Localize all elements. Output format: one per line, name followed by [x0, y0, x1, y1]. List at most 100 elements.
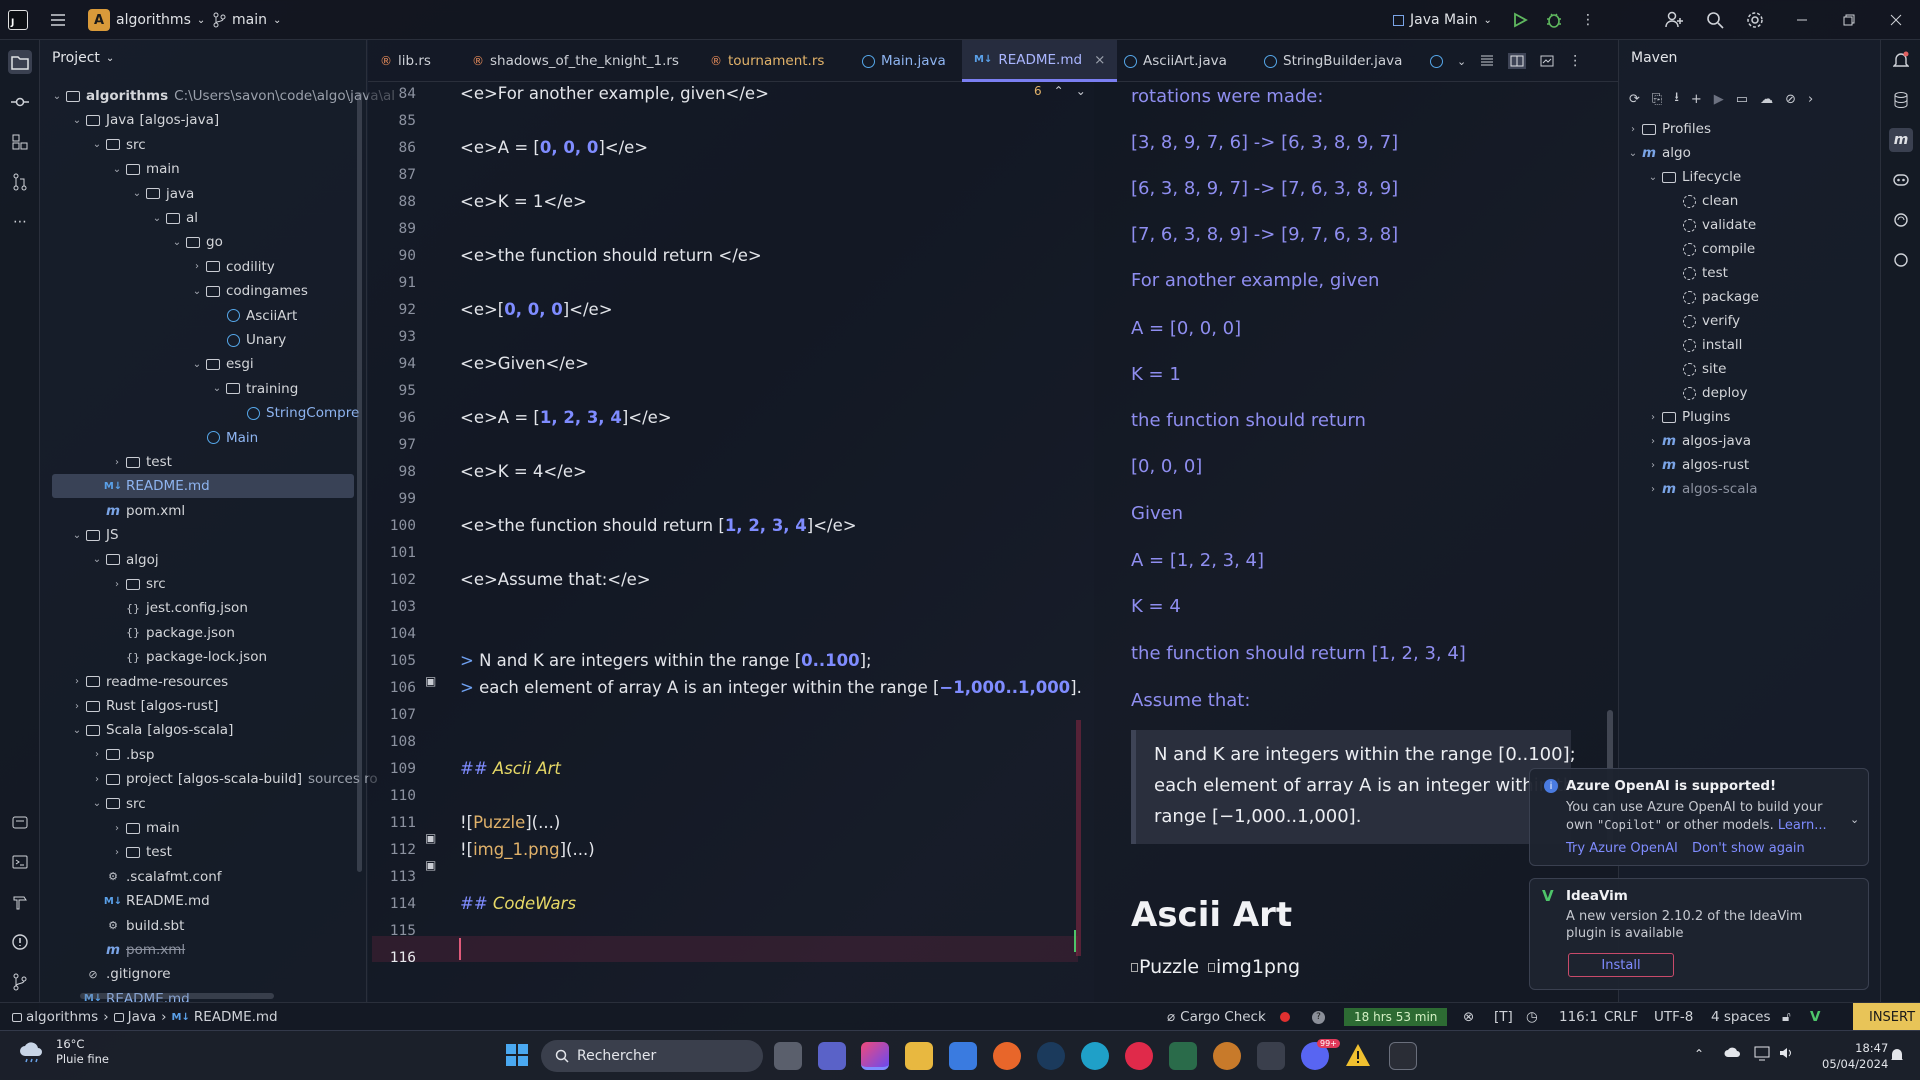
- tree-item[interactable]: M↓ README.md: [52, 474, 354, 499]
- maven-item[interactable]: ⌄ Lifecycle: [1646, 165, 1741, 189]
- tree-item[interactable]: › readme-resources: [70, 670, 228, 694]
- tree-item[interactable]: Unary: [210, 328, 286, 352]
- reload-icon[interactable]: ⟳: [1629, 92, 1640, 107]
- chevron-right-icon[interactable]: ›: [1808, 92, 1813, 107]
- execute-goal-icon[interactable]: ▭: [1736, 92, 1748, 107]
- code-line[interactable]: > N and K are integers within the range …: [460, 651, 872, 670]
- chevron-right-icon[interactable]: ›: [110, 457, 124, 468]
- copilot-icon[interactable]: [1889, 168, 1913, 192]
- tab-shadows-of-the-knight-1-rs[interactable]: ® shadows_of_the_knight_1.rs: [472, 40, 679, 82]
- branch-switcher[interactable]: main ⌄: [212, 0, 281, 40]
- tree-item[interactable]: ⊘ .gitignore: [70, 962, 170, 986]
- microsoft-store-icon[interactable]: [949, 1042, 977, 1070]
- tree-item[interactable]: ⚙ build.sbt: [90, 914, 184, 938]
- minimize-icon[interactable]: [1790, 8, 1814, 32]
- tree-item[interactable]: StringCompre: [230, 401, 359, 425]
- maven-tool-icon[interactable]: m: [1889, 128, 1913, 152]
- run-config-selector[interactable]: Java Main ⌄: [1393, 0, 1492, 40]
- game-icon[interactable]: [1213, 1042, 1241, 1070]
- tab-asciiart-java[interactable]: AsciiArt.java: [1124, 40, 1227, 82]
- chevron-down-icon[interactable]: ⌄: [170, 237, 184, 248]
- tree-item[interactable]: ⌄ algoj: [90, 548, 159, 572]
- restore-icon[interactable]: [1837, 8, 1861, 32]
- chevron-down-icon[interactable]: ⌄: [50, 91, 64, 102]
- problems-icon[interactable]: [8, 930, 32, 954]
- t-icon[interactable]: [T]: [1494, 1003, 1513, 1031]
- chevron-right-icon[interactable]: ›: [1646, 484, 1660, 495]
- tab-stringbuilder-java[interactable]: StringBuilder.java: [1264, 40, 1402, 82]
- generate-sources-icon[interactable]: ⎘: [1652, 92, 1662, 107]
- git-icon[interactable]: [8, 970, 32, 994]
- tab-lib-rs[interactable]: ® lib.rs: [380, 40, 431, 82]
- maven-item[interactable]: compile: [1666, 237, 1755, 261]
- tree-item[interactable]: ⚙ .scalafmt.conf: [90, 865, 221, 889]
- teams-icon[interactable]: [818, 1042, 846, 1070]
- chevron-right-icon[interactable]: ›: [1646, 436, 1660, 447]
- app-icon[interactable]: [1169, 1042, 1197, 1070]
- code-line[interactable]: <e>the function should return [1, 2, 3, …: [460, 516, 857, 535]
- chevron-up-icon[interactable]: ⌃: [1054, 84, 1064, 98]
- notification-center-icon[interactable]: [1890, 1047, 1904, 1063]
- chevron-down-icon[interactable]: ⌄: [190, 359, 204, 370]
- record-icon[interactable]: [1280, 1003, 1290, 1031]
- volume-icon[interactable]: [1778, 1045, 1794, 1061]
- maven-item[interactable]: › Plugins: [1646, 405, 1730, 429]
- project-h-scrollbar[interactable]: [80, 993, 274, 999]
- cursor-position[interactable]: 116:1: [1559, 1003, 1598, 1031]
- tab-overflow-icon[interactable]: [1430, 54, 1443, 68]
- tree-item[interactable]: {} package-lock.json: [110, 645, 267, 669]
- problems-indicator[interactable]: 6 ⌃ ⌄: [1034, 84, 1086, 98]
- maven-item[interactable]: verify: [1666, 309, 1740, 333]
- learn-link[interactable]: Learn...: [1778, 818, 1827, 833]
- chevron-right-icon[interactable]: ›: [190, 261, 204, 272]
- editor-only-icon[interactable]: [1480, 55, 1494, 67]
- tab-main-java[interactable]: Main.java: [862, 40, 946, 82]
- skip-tests-icon[interactable]: ⊘: [1785, 92, 1796, 107]
- commit-icon[interactable]: [8, 90, 32, 114]
- breadcrumb-item[interactable]: algorithms: [12, 1009, 98, 1025]
- indent-settings[interactable]: 4 spaces: [1711, 1003, 1771, 1031]
- maven-item[interactable]: validate: [1666, 213, 1756, 237]
- run-icon[interactable]: [1508, 8, 1532, 32]
- chevron-down-icon[interactable]: ⌄: [130, 188, 144, 199]
- weather-widget[interactable]: 16°C Pluie fine: [18, 1037, 109, 1067]
- tree-item[interactable]: › codility: [190, 255, 275, 279]
- code-line[interactable]: <e>A = [1, 2, 3, 4]</e>: [460, 408, 672, 427]
- circle-tool-icon[interactable]: [1889, 248, 1913, 272]
- search-icon[interactable]: [1703, 8, 1727, 32]
- maven-item[interactable]: ⌄ m algo: [1626, 141, 1691, 165]
- image-gutter-icon[interactable]: ▣: [425, 831, 436, 845]
- project-scrollbar[interactable]: [357, 92, 362, 872]
- tree-item[interactable]: › .bsp: [90, 743, 154, 767]
- close-tab-icon[interactable]: ×: [1094, 52, 1105, 68]
- code-editor[interactable]: [368, 82, 1094, 1002]
- maven-item[interactable]: › m algos-scala: [1646, 477, 1758, 501]
- tree-item[interactable]: ⌄ algorithms C:\Users\savon\code\algo\java…: [50, 84, 395, 108]
- maven-item[interactable]: › m algos-rust: [1646, 453, 1749, 477]
- tree-item[interactable]: m pom.xml: [90, 499, 185, 523]
- vim-mode[interactable]: INSERT: [1853, 1003, 1920, 1031]
- tree-item[interactable]: › main: [110, 816, 180, 840]
- tree-item[interactable]: ⌄ training: [210, 377, 299, 401]
- ai-assistant-icon[interactable]: [1889, 208, 1913, 232]
- offline-mode-icon[interactable]: ☁: [1760, 92, 1773, 107]
- image-gutter-icon[interactable]: ▣: [425, 674, 436, 688]
- maven-item[interactable]: package: [1666, 285, 1759, 309]
- tree-item[interactable]: ⌄ esgi: [190, 352, 254, 376]
- chevron-down-icon[interactable]: ⌄: [190, 286, 204, 297]
- task-view-icon[interactable]: [774, 1042, 802, 1070]
- start-windows-icon[interactable]: [505, 1043, 529, 1067]
- code-line[interactable]: ## CodeWars: [460, 894, 576, 913]
- help-icon[interactable]: ?: [1312, 1003, 1325, 1031]
- code-line[interactable]: > each element of array A is an integer …: [460, 678, 1082, 697]
- tab-readme-md[interactable]: M↓ README.md ×: [962, 40, 1118, 82]
- chevron-right-icon[interactable]: ›: [90, 774, 104, 785]
- structure-icon[interactable]: [8, 130, 32, 154]
- onedrive-icon[interactable]: [1724, 1045, 1742, 1059]
- code-line[interactable]: <e>Assume that:</e>: [460, 570, 651, 589]
- tree-item[interactable]: ⌄ JS: [70, 523, 119, 547]
- cargo-check[interactable]: ⌀ Cargo Check: [1167, 1003, 1266, 1031]
- tree-item[interactable]: ⌄ go: [170, 230, 223, 254]
- code-line[interactable]: <e>[0, 0, 0]</e>: [460, 300, 613, 319]
- maven-item[interactable]: clean: [1666, 189, 1738, 213]
